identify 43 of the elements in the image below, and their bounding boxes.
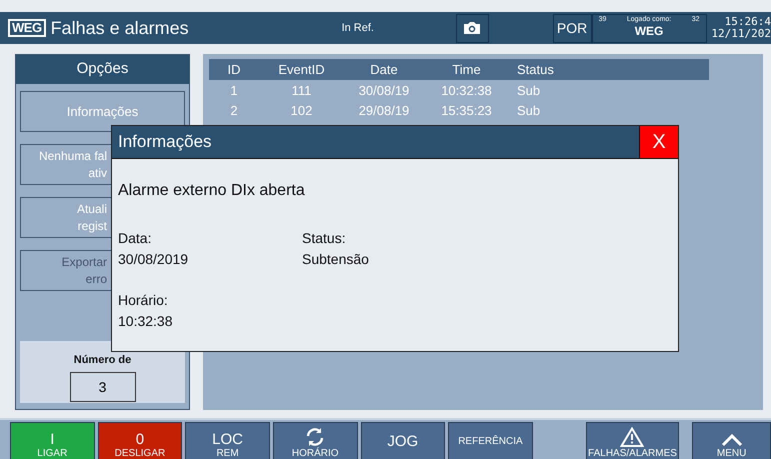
footer-button[interactable]: HORÁRIO xyxy=(272,422,358,459)
warning-icon xyxy=(620,427,644,447)
clock-time: 15:26:4 xyxy=(724,16,771,28)
camera-button[interactable] xyxy=(456,14,489,42)
footer-button[interactable]: JOG xyxy=(360,422,446,459)
chevron-up-icon xyxy=(720,433,743,447)
footer-button[interactable]: MENU xyxy=(692,422,771,459)
column-header: EventID xyxy=(259,59,344,80)
column-header: ID xyxy=(209,59,259,80)
footer-button[interactable]: FALHAS/ALARMES xyxy=(586,422,680,459)
footer-button[interactable]: LOC REM xyxy=(185,422,270,459)
table-cell: 111 xyxy=(259,80,344,100)
field-value: Subtensão xyxy=(302,250,370,269)
options-title: Opções xyxy=(16,55,189,84)
field-label: Horário: xyxy=(118,291,169,310)
user-name: WEG xyxy=(634,24,664,38)
table-cell-text: 15:35:23 xyxy=(440,102,493,120)
field-label: Status: xyxy=(302,229,347,248)
table-cell-text: Sub xyxy=(516,102,542,120)
alarm-message: Alarme externo DIx aberta xyxy=(118,182,306,200)
column-header: Time xyxy=(424,59,509,80)
reference-label: In Ref. xyxy=(342,22,375,34)
table-cell: 10:32:38 xyxy=(424,80,509,100)
language-button[interactable]: POR xyxy=(552,14,592,42)
table-cell-text: 29/08/19 xyxy=(358,102,410,120)
clock-date: 12/11/202 xyxy=(710,28,771,40)
logo: WEG xyxy=(8,19,46,37)
record-count-field: 3 xyxy=(70,372,136,402)
camera-icon xyxy=(463,21,482,35)
footer-button[interactable]: I LIGAR xyxy=(10,422,95,459)
footer-button[interactable]: 0 DESLIGAR xyxy=(98,422,182,459)
footer-button[interactable]: REFERÊNCIA xyxy=(448,422,533,459)
table-cell: 30/08/19 xyxy=(344,80,424,100)
table-cell-text: 2 xyxy=(229,102,239,120)
page-title: Falhas e alarmes xyxy=(50,18,190,38)
column-header: Date xyxy=(344,59,424,80)
table-cell: 1 xyxy=(209,80,259,100)
table-cell-text: 102 xyxy=(290,102,314,120)
table-cell: Sub xyxy=(509,80,709,100)
field-value: 10:32:38 xyxy=(118,312,174,331)
record-count-label: Número de xyxy=(74,354,132,366)
column-header: Status xyxy=(509,59,709,80)
close-button[interactable]: X xyxy=(639,126,678,158)
